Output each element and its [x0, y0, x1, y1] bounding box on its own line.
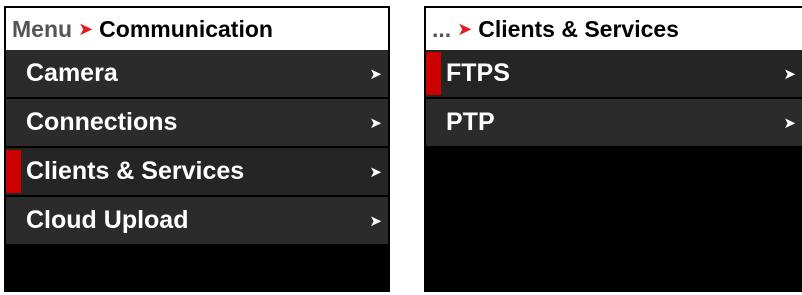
breadcrumb-current: Communication	[99, 15, 273, 42]
menu-panel-clients-services: ... ➤ Clients & Services FTPS ➤ PTP ➤	[424, 6, 802, 292]
chevron-right-icon: ➤	[369, 114, 382, 132]
menu-item-ftps[interactable]: FTPS ➤	[426, 50, 802, 97]
menu-item-ptp[interactable]: PTP ➤	[426, 99, 802, 146]
breadcrumb: Menu ➤ Communication	[6, 8, 388, 50]
menu-item-label: Clients & Services	[26, 157, 245, 185]
chevron-right-icon: ➤	[369, 163, 382, 181]
chevron-right-icon: ➤	[457, 18, 473, 39]
breadcrumb-current: Clients & Services	[478, 15, 679, 42]
menu-item-camera[interactable]: Camera ➤	[6, 50, 388, 97]
menu-panel-communication: Menu ➤ Communication Camera ➤ Connection…	[4, 6, 390, 292]
chevron-right-icon: ➤	[369, 65, 382, 83]
chevron-right-icon: ➤	[369, 212, 382, 230]
menu-item-label: Camera	[26, 59, 118, 87]
menu-item-label: PTP	[446, 108, 495, 136]
chevron-right-icon: ➤	[783, 114, 796, 132]
breadcrumb: ... ➤ Clients & Services	[426, 8, 802, 50]
menu-item-label: Cloud Upload	[26, 206, 189, 234]
menu-item-label: FTPS	[446, 59, 510, 87]
breadcrumb-parent[interactable]: ...	[432, 16, 451, 43]
chevron-right-icon: ➤	[78, 18, 94, 39]
menu-item-label: Connections	[26, 108, 178, 136]
menu-item-cloud-upload[interactable]: Cloud Upload ➤	[6, 197, 388, 244]
menu-item-clients-services[interactable]: Clients & Services ➤	[6, 148, 388, 195]
menu-item-connections[interactable]: Connections ➤	[6, 99, 388, 146]
breadcrumb-parent[interactable]: Menu	[12, 16, 72, 43]
chevron-right-icon: ➤	[783, 65, 796, 83]
